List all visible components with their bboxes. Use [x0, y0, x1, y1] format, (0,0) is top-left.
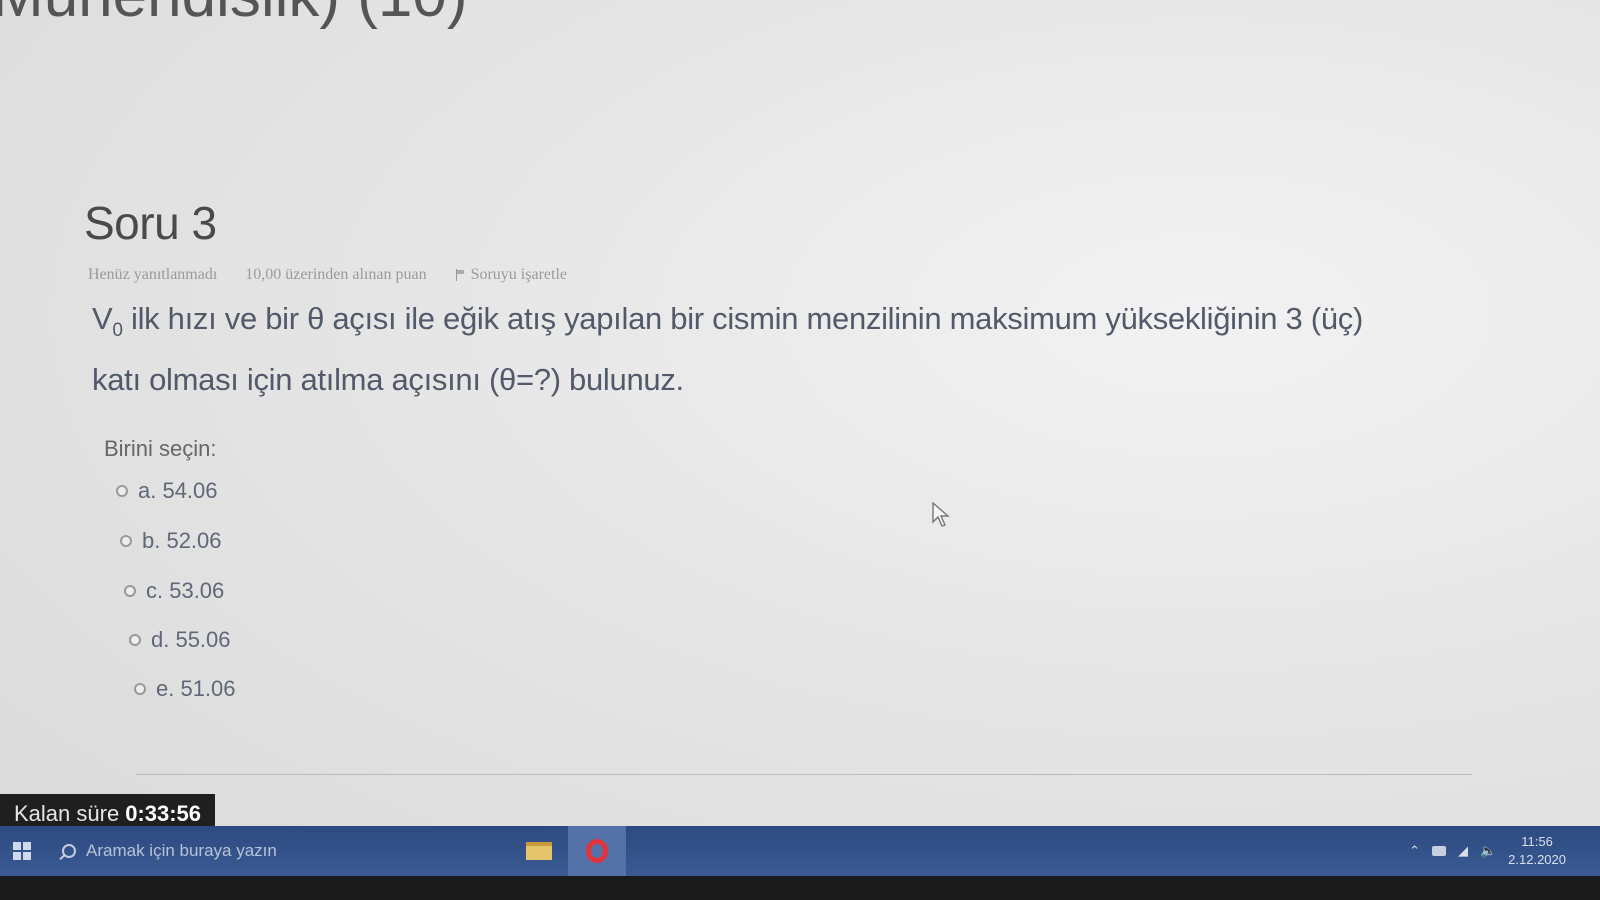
page-heading: Mühendislik) (10)	[0, 0, 468, 31]
velocity-symbol: V	[92, 301, 113, 336]
radio-button[interactable]	[116, 485, 128, 497]
remaining-time-value: 0:33:56	[125, 801, 202, 826]
answer-option-label: b. 52.06	[142, 528, 222, 553]
chevron-up-icon[interactable]: ⌃	[1409, 843, 1420, 859]
radio-button[interactable]	[124, 585, 136, 597]
answer-option-label: a. 54.06	[138, 478, 218, 503]
question-status: Henüz yanıtlanmadı	[88, 266, 218, 283]
answer-option-d[interactable]: d. 55.06	[129, 627, 231, 653]
answer-option-label: e. 51.06	[156, 676, 236, 701]
question-text-rest: ilk hızı ve bir θ açısı ile eğik atış ya…	[122, 301, 1363, 336]
windows-start-icon	[13, 842, 31, 860]
flag-icon	[455, 269, 465, 281]
answer-option-c[interactable]: c. 53.06	[124, 578, 224, 604]
velocity-subscript: 0	[112, 320, 123, 342]
start-button[interactable]	[0, 826, 44, 876]
search-icon	[62, 844, 76, 858]
question-text-line-2: katı olması için atılma açısını (θ=?) bu…	[92, 362, 684, 398]
question-info: Henüz yanıtlanmadı 10,00 üzerinden alına…	[88, 266, 567, 284]
clock-time: 11:56	[1521, 834, 1553, 849]
file-explorer-button[interactable]	[510, 826, 568, 876]
screen-bezel	[0, 876, 1600, 900]
clock-date: 2.12.2020	[1508, 852, 1566, 867]
question-divider	[136, 774, 1472, 775]
choose-one-label: Birini seçin:	[104, 436, 217, 461]
opera-browser-button[interactable]	[568, 826, 626, 876]
question-title: Soru 3	[84, 197, 217, 249]
speaker-icon[interactable]: 🔈	[1480, 843, 1496, 859]
question-points: 10,00 üzerinden alınan puan	[245, 266, 427, 283]
network-icon[interactable]: ◢	[1458, 843, 1468, 859]
pinned-apps	[510, 826, 626, 876]
question-text-line-1: V0 ilk hızı ve bir θ açısı ile eğik atış…	[92, 294, 1512, 355]
file-explorer-icon	[526, 842, 552, 860]
battery-icon[interactable]	[1431, 846, 1446, 856]
system-tray: ⌃ ◢ 🔈 11:56 2.12.2020	[1409, 833, 1600, 869]
answer-option-label: d. 55.06	[151, 627, 231, 652]
flag-question-link[interactable]: Soruyu işaretle	[455, 266, 567, 284]
remaining-time-label: Kalan süre	[14, 801, 120, 826]
taskbar-search-placeholder: Aramak için buraya yazın	[86, 841, 277, 860]
answer-option-label: c. 53.06	[146, 578, 225, 603]
flag-question-label: Soruyu işaretle	[470, 266, 567, 283]
radio-button[interactable]	[134, 683, 146, 695]
question-text: V0 ilk hızı ve bir θ açısı ile eğik atış…	[92, 294, 1512, 404]
radio-button[interactable]	[129, 634, 141, 646]
answer-option-e[interactable]: e. 51.06	[134, 676, 236, 702]
answer-option-a[interactable]: a. 54.06	[116, 478, 218, 504]
radio-button[interactable]	[120, 535, 132, 547]
opera-icon	[586, 839, 608, 863]
taskbar-clock[interactable]: 11:56 2.12.2020	[1508, 833, 1566, 869]
windows-taskbar: Aramak için buraya yazın ⌃ ◢ 🔈 11:56 2.1…	[0, 826, 1600, 876]
taskbar-search-box[interactable]: Aramak için buraya yazın	[52, 826, 470, 876]
answer-option-b[interactable]: b. 52.06	[120, 528, 222, 554]
